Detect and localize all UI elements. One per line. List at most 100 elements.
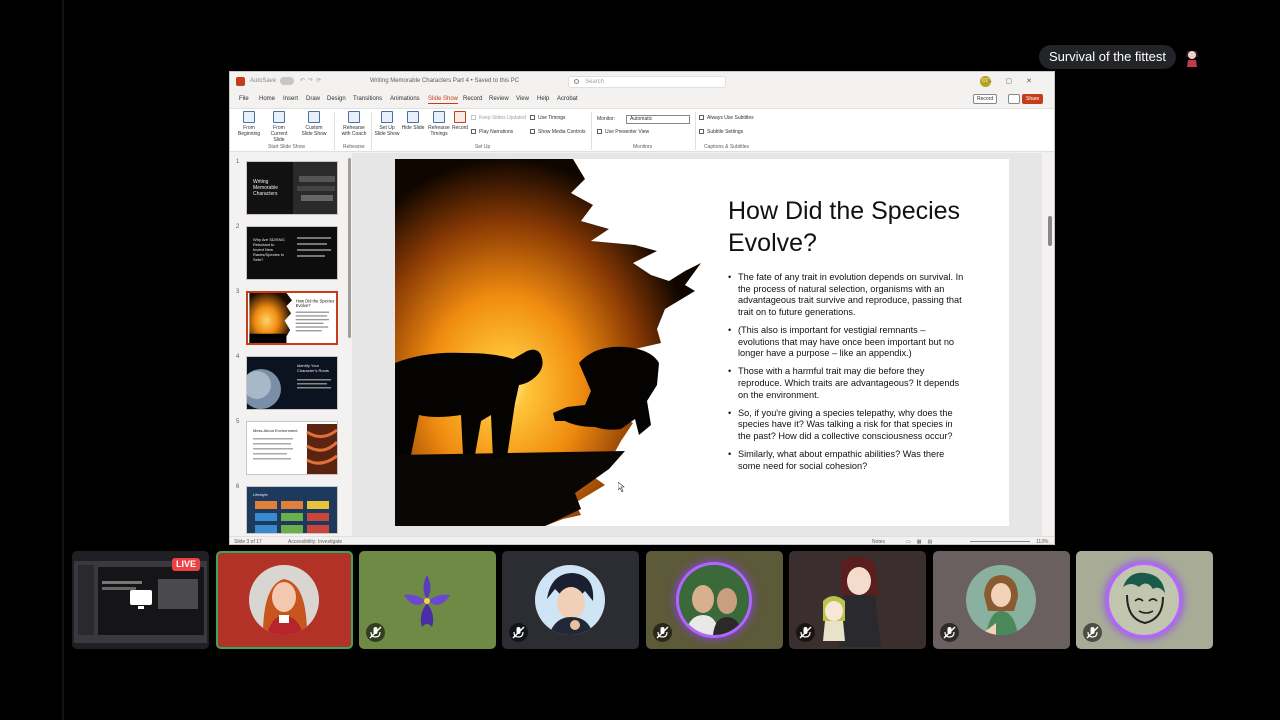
tab-file[interactable]: File (239, 96, 249, 102)
participant-avatar (535, 565, 605, 635)
use-timings-checkbox[interactable]: Use Timings (530, 115, 566, 121)
setup-icon (381, 111, 393, 123)
ribbon-divider (334, 112, 335, 150)
hide-slide-button[interactable]: Hide Slide (400, 111, 426, 131)
svg-text:Character's Roots: Character's Roots (297, 368, 329, 373)
tab-insert[interactable]: Insert (283, 96, 298, 102)
play-current-icon (273, 111, 285, 123)
set-up-show-button[interactable]: Set Up Slide Show (374, 111, 400, 137)
user-avatar[interactable] (1180, 45, 1204, 69)
tab-review[interactable]: Review (489, 96, 509, 102)
keep-updated-checkbox[interactable]: Keep Slides Updated (471, 115, 526, 121)
thumb-4-art: Identify Your Character's Roots (247, 363, 331, 409)
muted-mic-icon (509, 623, 528, 642)
bullet-item: So, if you're giving a species telepathy… (728, 408, 964, 443)
tab-help[interactable]: Help (537, 96, 549, 102)
quick-access-icons[interactable]: ↶↷⟳ (300, 77, 324, 84)
custom-show-button[interactable]: Custom Slide Show (301, 111, 327, 137)
powerpoint-logo-icon (236, 77, 245, 86)
presenter-view-checkbox[interactable]: Use Presenter View (597, 129, 649, 135)
slide[interactable]: How Did the Species Evolve? The fate of … (395, 159, 1009, 526)
slide-thumbnail-pane: 1 2 3 4 5 6 Writing Memorable Characters (230, 153, 351, 536)
comments-icon[interactable] (1008, 94, 1020, 104)
show-media-checkbox[interactable]: Show Media Controls (530, 129, 586, 135)
stage: Survival of the fittest AutoSave ↶↷⟳ Wri… (0, 0, 1280, 720)
record-button[interactable]: Record (973, 94, 998, 104)
participant-avatar (966, 565, 1036, 635)
tab-view[interactable]: View (516, 96, 529, 102)
share-button[interactable]: Share (1022, 94, 1044, 104)
participant-tile-7[interactable] (1076, 551, 1213, 649)
participant-tile-3[interactable] (502, 551, 639, 649)
rehearse-coach-button[interactable]: Rehearse with Coach (341, 111, 367, 137)
tab-record[interactable]: Record (463, 96, 482, 102)
notes-button[interactable]: Notes (872, 539, 885, 544)
participant-avatar (392, 565, 462, 635)
thumbnail-scrollbar[interactable] (348, 158, 351, 338)
tab-acrobat[interactable]: Acrobat (557, 96, 578, 102)
participant-tile-1[interactable] (216, 551, 353, 649)
record-icon (454, 111, 466, 123)
slide-thumbnail-2[interactable]: Why Are SD/SNG Reluctant to Invent New R… (246, 226, 338, 280)
bullet-item: The fate of any trait in evolution depen… (728, 272, 964, 318)
muted-mic-icon (1083, 623, 1102, 642)
search-box[interactable]: Search (568, 76, 726, 88)
view-buttons[interactable]: ▭▦▤ (906, 539, 938, 544)
autosave-label: AutoSave (250, 78, 277, 84)
svg-text:Characters: Characters (253, 191, 278, 197)
live-badge: LIVE (172, 558, 201, 571)
from-current-button[interactable]: From Current Slide (266, 111, 292, 143)
slide-thumbnail-5[interactable]: Mess About Environment (246, 421, 338, 475)
thumb-3-art: How Did the Species Evolve? (249, 293, 334, 343)
muted-mic-icon (366, 623, 385, 642)
iris-flower-image (392, 565, 462, 635)
tab-transitions[interactable]: Transitions (353, 96, 382, 102)
from-beginning-button[interactable]: From Beginning (236, 111, 262, 137)
slide-scrollbar[interactable] (1048, 216, 1052, 246)
slide-counter: Slide 3 of 17 (234, 539, 262, 545)
play-narrations-checkbox[interactable]: Play Narrations (471, 129, 513, 135)
svg-text:Evolve?: Evolve? (296, 303, 311, 308)
cartoon-avatar-image (1109, 565, 1179, 635)
thumb-number: 3 (236, 289, 240, 295)
tab-home[interactable]: Home (259, 96, 275, 102)
monitor-select[interactable]: Automatic (626, 115, 690, 124)
tab-design[interactable]: Design (327, 96, 346, 102)
muted-mic-icon (940, 623, 959, 642)
document-name[interactable]: Writing Memorable Characters Part 4 • Sa… (370, 78, 519, 84)
zoom-level[interactable]: 113% (1036, 539, 1048, 544)
play-icon (243, 111, 255, 123)
participant-tile-6[interactable] (933, 551, 1070, 649)
participant-avatar (679, 565, 749, 635)
thumb-number: 4 (236, 354, 240, 360)
slide-thumbnail-4[interactable]: Identify Your Character's Roots (246, 356, 338, 410)
screen-share-icon (130, 590, 152, 609)
slide-thumbnail-1[interactable]: Writing Memorable Characters (246, 161, 338, 215)
zoom-slider[interactable] (970, 541, 1030, 542)
svg-text:Mess About Environment: Mess About Environment (253, 428, 298, 433)
anime-avatar-image (535, 565, 605, 635)
timings-icon (433, 111, 445, 123)
subtitle-settings-button[interactable]: Subtitle Settings (699, 129, 743, 135)
always-subtitles-checkbox[interactable]: Always Use Subtitles (699, 115, 754, 121)
participant-tile-5[interactable] (789, 551, 926, 649)
participant-tile-2[interactable] (359, 551, 496, 649)
thumb-6-art: Lifestyle (253, 492, 329, 533)
participant-avatar (249, 565, 319, 635)
participant-tile-4[interactable] (646, 551, 783, 649)
record-slide-button[interactable]: Record (447, 111, 473, 131)
thumb-number: 6 (236, 484, 240, 490)
ribbon-divider (695, 112, 696, 150)
group-start-slide-show: Start Slide Show (268, 144, 305, 150)
accessibility-status[interactable]: Accessibility: Investigate (288, 539, 342, 544)
group-captions: Captions & Subtitles (704, 144, 750, 150)
slide-canvas: How Did the Species Evolve? The fate of … (352, 153, 1042, 536)
title-bar: AutoSave ↶↷⟳ Writing Memorable Character… (230, 72, 1054, 92)
window-controls[interactable]: –▢✕ (988, 77, 1046, 85)
tab-slide-show[interactable]: Slide Show (428, 96, 459, 104)
tab-animations[interactable]: Animations (390, 96, 420, 102)
slide-thumbnail-3[interactable]: How Did the Species Evolve? (246, 291, 338, 345)
slide-thumbnail-6[interactable]: Lifestyle (246, 486, 338, 534)
tab-draw[interactable]: Draw (306, 96, 320, 102)
autosave-toggle[interactable] (280, 77, 294, 85)
